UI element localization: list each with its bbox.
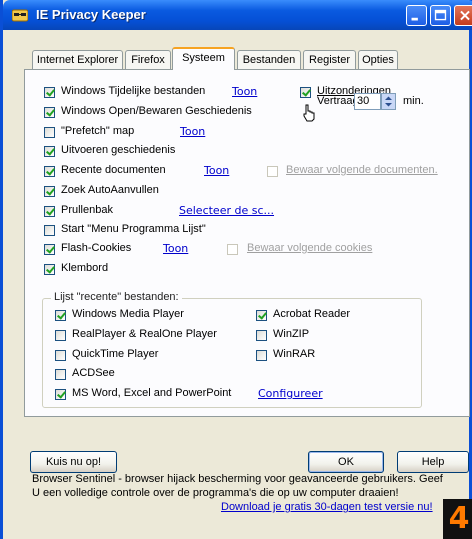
title-bar[interactable]: IE Privacy Keeper: [3, 0, 472, 30]
toon-link-recente[interactable]: Toon: [204, 164, 229, 177]
checkbox[interactable]: [55, 310, 66, 321]
selecteer-link-prullenbak[interactable]: Selecteer de sc...: [179, 204, 274, 217]
help-button[interactable]: Help: [397, 451, 469, 473]
option-bewaar-documenten[interactable]: Bewaar volgende documenten.: [265, 164, 455, 178]
checkbox[interactable]: [44, 166, 55, 177]
tab-bestanden[interactable]: Bestanden: [237, 50, 301, 69]
recent-winrar[interactable]: WinRAR: [253, 348, 353, 362]
close-button[interactable]: [454, 5, 472, 26]
kuis-nu-op-button[interactable]: Kuis nu op!: [30, 451, 117, 473]
download-trial-link[interactable]: Download je gratis 30-dagen test versie …: [221, 501, 433, 513]
option-open-bewaren[interactable]: Windows Open/Bewaren Geschiedenis: [41, 105, 301, 119]
delay-unit: min.: [403, 95, 424, 107]
option-windows-tijdelijke[interactable]: Windows Tijdelijke bestanden: [41, 85, 301, 99]
page-number-badge: 4: [443, 499, 472, 539]
close-icon: [460, 10, 470, 21]
recent-quicktime[interactable]: QuickTime Player: [52, 348, 202, 362]
checkbox[interactable]: [55, 389, 66, 400]
checkbox[interactable]: [227, 244, 238, 255]
configureer-link[interactable]: Configureer: [258, 387, 323, 400]
checkbox[interactable]: [300, 87, 311, 98]
delay-spinner[interactable]: [381, 93, 396, 110]
maximize-icon: [434, 9, 447, 21]
option-uitvoeren[interactable]: Uitvoeren geschiedenis: [41, 144, 241, 158]
checkbox[interactable]: [44, 225, 55, 236]
recent-acdsee[interactable]: ACDSee: [52, 367, 152, 381]
app-sunglasses-icon: [12, 9, 28, 22]
ok-button[interactable]: OK: [308, 451, 384, 473]
minimize-icon: [411, 17, 418, 21]
checkbox[interactable]: [44, 127, 55, 138]
spin-arrows-icon: [385, 96, 392, 107]
footer-line-1: Browser Sentinel - browser hijack besche…: [32, 473, 443, 485]
option-bewaar-cookies[interactable]: Bewaar volgende cookies: [225, 242, 405, 256]
window-title: IE Privacy Keeper: [36, 7, 146, 22]
checkbox[interactable]: [55, 350, 66, 361]
toon-link-flash[interactable]: Toon: [163, 242, 188, 255]
checkbox[interactable]: [267, 166, 278, 177]
tab-systeem[interactable]: Systeem: [172, 47, 235, 70]
checkbox[interactable]: [44, 206, 55, 217]
checkbox[interactable]: [55, 330, 66, 341]
toon-link-tijdelijke[interactable]: Toon: [232, 85, 257, 98]
checkbox[interactable]: [44, 146, 55, 157]
footer-line-2: U een volledige controle over de program…: [32, 487, 399, 499]
checkbox[interactable]: [55, 369, 66, 380]
option-prullenbak[interactable]: Prullenbak: [41, 204, 161, 218]
option-klembord[interactable]: Klembord: [41, 262, 141, 276]
tab-opties[interactable]: Opties: [358, 50, 398, 69]
recent-acrobat-reader[interactable]: Acrobat Reader: [253, 308, 393, 322]
tab-firefox[interactable]: Firefox: [125, 50, 171, 69]
option-recente-documenten[interactable]: Recente documenten: [41, 164, 201, 178]
option-zoek-autoaanvullen[interactable]: Zoek AutoAanvullen: [41, 184, 201, 198]
hand-cursor-icon: [303, 104, 315, 122]
delay-input[interactable]: 30: [354, 93, 381, 110]
checkbox[interactable]: [256, 310, 267, 321]
toon-link-prefetch[interactable]: Toon: [180, 125, 205, 138]
checkbox[interactable]: [44, 264, 55, 275]
maximize-button[interactable]: [430, 5, 451, 26]
minimize-button[interactable]: [406, 5, 427, 26]
recent-realplayer[interactable]: RealPlayer & RealOne Player: [52, 328, 232, 342]
checkbox[interactable]: [44, 87, 55, 98]
tab-internet-explorer[interactable]: Internet Explorer: [32, 50, 123, 69]
recent-files-legend: Lijst "recente" bestanden:: [51, 291, 182, 303]
checkbox[interactable]: [44, 107, 55, 118]
checkbox[interactable]: [256, 350, 267, 361]
tab-register[interactable]: Register: [303, 50, 356, 69]
app-window: IE Privacy Keeper Internet Explorer Fire…: [0, 0, 472, 539]
checkbox[interactable]: [44, 244, 55, 255]
recent-winzip[interactable]: WinZIP: [253, 328, 353, 342]
recent-windows-media-player[interactable]: Windows Media Player: [52, 308, 222, 322]
checkbox[interactable]: [256, 330, 267, 341]
option-flash-cookies[interactable]: Flash-Cookies: [41, 242, 151, 256]
recent-ms-office[interactable]: MS Word, Excel and PowerPoint: [52, 387, 252, 401]
option-prefetch[interactable]: "Prefetch" map: [41, 125, 171, 139]
option-start-menu[interactable]: Start "Menu Programma Lijst": [41, 223, 241, 237]
checkbox[interactable]: [44, 186, 55, 197]
